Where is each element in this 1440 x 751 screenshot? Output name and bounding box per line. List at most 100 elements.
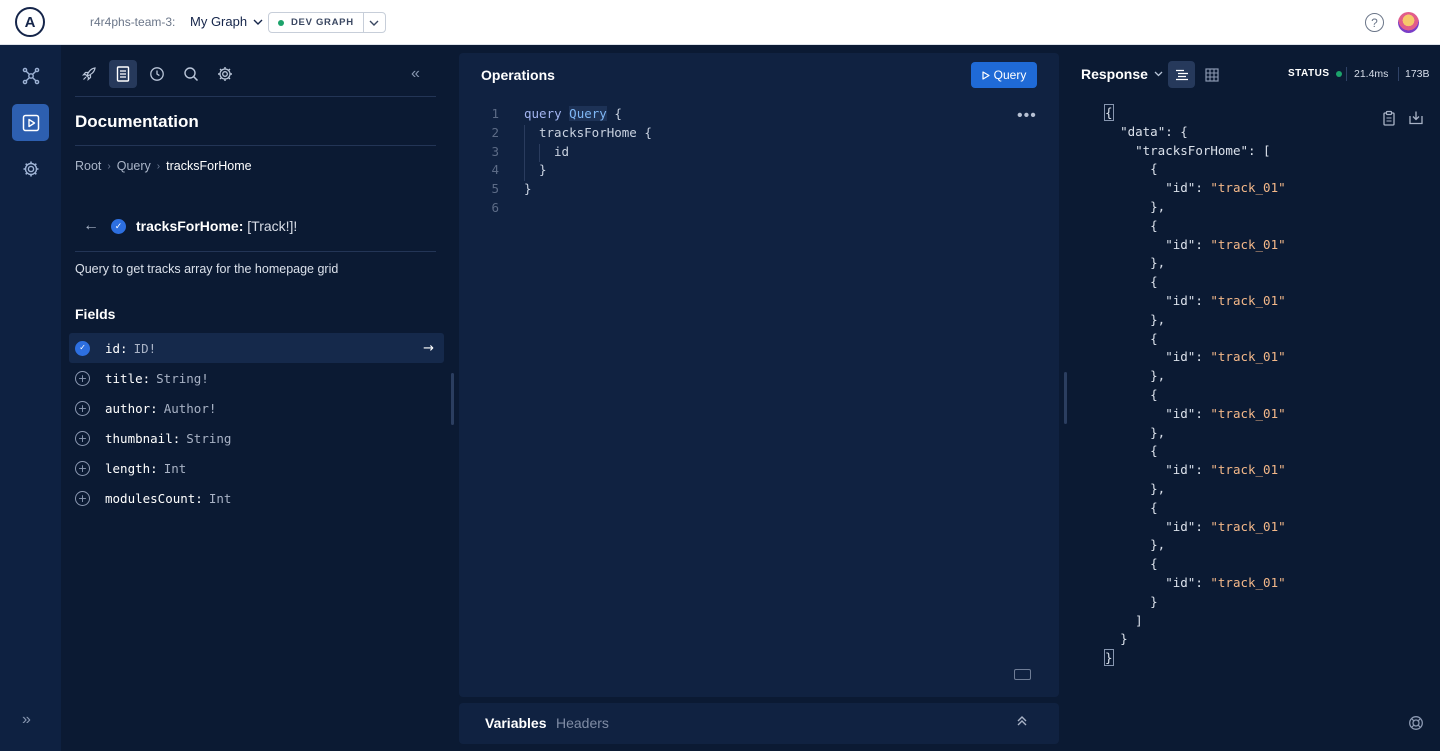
field-row-type[interactable]: String — [186, 431, 231, 446]
variant-badge[interactable]: DEV GRAPH — [269, 13, 364, 32]
json-line: "data": { — [1120, 123, 1188, 139]
checkmark-icon[interactable]: ✓ — [111, 218, 126, 234]
documentation-tool-button[interactable] — [109, 60, 137, 88]
expand-nav-icon[interactable]: » — [22, 711, 31, 729]
chevron-down-icon — [1154, 71, 1163, 77]
nav-schema-button[interactable] — [12, 57, 49, 94]
code-line: 5} — [491, 181, 532, 197]
help-icon[interactable]: ? — [1365, 13, 1384, 32]
json-line: }, — [1150, 255, 1166, 271]
gear-icon — [218, 67, 232, 81]
field-row-type[interactable]: Author! — [164, 401, 217, 416]
indent-guide — [539, 144, 540, 162]
apollo-logo[interactable]: A — [15, 7, 45, 37]
field-row-author[interactable]: + author: Author! — [69, 393, 444, 423]
breadcrumb-query[interactable]: Query — [117, 159, 151, 173]
chevron-down-icon — [253, 19, 263, 25]
fields-list: ✓ id: ID! → + title: String! + author: A… — [69, 333, 444, 513]
code-line: 2 tracksForHome { — [491, 124, 652, 140]
download-icon[interactable] — [1408, 110, 1424, 126]
search-tool-button[interactable] — [177, 60, 205, 88]
field-row-length[interactable]: + length: Int — [69, 453, 444, 483]
graph-selector[interactable]: My Graph — [190, 14, 263, 29]
json-line: }, — [1150, 311, 1166, 327]
status-dot-icon — [1335, 70, 1342, 77]
gear-icon — [23, 161, 38, 176]
field-row-title[interactable]: + title: String! — [69, 363, 444, 393]
keyboard-icon[interactable] — [1014, 669, 1031, 680]
nav-explorer-button[interactable] — [12, 104, 49, 141]
back-arrow-icon[interactable]: ← — [83, 217, 101, 235]
graph-name-label: My Graph — [190, 14, 248, 29]
play-icon — [982, 70, 990, 80]
more-options-icon[interactable]: ••• — [1017, 107, 1037, 125]
run-query-button[interactable]: Query — [971, 62, 1037, 88]
panel-resize-handle[interactable] — [451, 373, 454, 425]
json-id-line: "id": "track_01" — [1165, 405, 1286, 421]
response-selector[interactable]: Response — [1081, 66, 1163, 82]
avatar[interactable] — [1398, 12, 1419, 33]
field-row-type[interactable]: ID! — [134, 341, 157, 356]
response-panel: Response STATUS 21.4ms 173B { "data": { … — [1065, 45, 1440, 751]
table-icon — [1204, 67, 1219, 82]
json-line: }, — [1150, 368, 1166, 384]
plus-circle-icon[interactable]: + — [75, 430, 90, 446]
settings-tool-button[interactable] — [211, 60, 239, 88]
response-size: 173B — [1405, 68, 1430, 80]
explorer-tool-button[interactable] — [75, 60, 103, 88]
clipboard-icon[interactable] — [1381, 110, 1397, 126]
json-line: "tracksForHome": [ — [1135, 142, 1271, 158]
run-query-label: Query — [993, 68, 1027, 82]
plus-circle-icon[interactable]: + — [75, 490, 90, 506]
schema-graph-icon — [22, 67, 39, 84]
operation-editor[interactable]: 1 query Query { 2 tracksForHome { 3 id 4} 5… — [477, 105, 652, 218]
field-header: ← ✓ tracksForHome: [Track!]! — [83, 217, 297, 235]
left-nav-rail: » — [0, 45, 61, 751]
tab-headers[interactable]: Headers — [556, 715, 609, 731]
field-row-type[interactable]: Int — [164, 461, 187, 476]
expand-up-icon[interactable] — [1016, 714, 1028, 730]
breadcrumb-root[interactable]: Root — [75, 159, 101, 173]
field-row-thumbnail[interactable]: + thumbnail: String — [69, 423, 444, 453]
field-row-id[interactable]: ✓ id: ID! → — [69, 333, 444, 363]
json-line: }, — [1150, 537, 1166, 553]
response-json[interactable]: { "data": { "tracksForHome": [ { "id": "… — [1104, 104, 1286, 668]
table-view-button[interactable] — [1198, 61, 1225, 88]
divider — [75, 145, 436, 146]
plus-circle-icon[interactable]: + — [75, 460, 90, 476]
json-line: { — [1150, 443, 1158, 459]
json-id-line: "id": "track_01" — [1165, 349, 1286, 365]
code-line: 6 — [491, 199, 499, 215]
variant-selector[interactable]: DEV GRAPH — [268, 12, 386, 33]
rocket-icon — [81, 67, 96, 82]
variant-dropdown-button[interactable] — [364, 13, 385, 32]
lifebuoy-icon[interactable] — [1408, 715, 1424, 731]
json-line: { — [1150, 330, 1158, 346]
field-row-name: id: — [105, 340, 128, 356]
chevron-right-icon: › — [107, 160, 111, 172]
field-row-type[interactable]: String! — [156, 371, 209, 386]
json-id-line: "id": "track_01" — [1165, 292, 1286, 308]
nav-settings-button[interactable] — [12, 150, 49, 187]
fields-heading: Fields — [75, 306, 116, 322]
arrow-right-icon[interactable]: → — [423, 341, 434, 356]
plus-circle-icon[interactable]: + — [75, 370, 90, 386]
json-open-brace: { — [1104, 104, 1114, 121]
chevron-right-icon: › — [156, 160, 161, 172]
code-line: 3 id — [491, 143, 570, 159]
field-name: tracksForHome: — [136, 218, 244, 234]
checkmark-icon[interactable]: ✓ — [75, 340, 90, 356]
field-row-modulescount[interactable]: + modulesCount: Int — [69, 483, 444, 513]
plus-circle-icon[interactable]: + — [75, 400, 90, 416]
field-type[interactable]: [Track!]! — [247, 218, 297, 234]
json-id-line: "id": "track_01" — [1165, 180, 1286, 196]
tab-variables[interactable]: Variables — [485, 715, 547, 731]
operations-panel: Operations Query ••• 1 query Query { 2 tra… — [459, 53, 1059, 697]
field-row-type[interactable]: Int — [209, 491, 232, 506]
json-view-button[interactable] — [1168, 61, 1195, 88]
indent-guide — [524, 125, 525, 181]
divider — [75, 251, 436, 252]
collapse-panel-icon[interactable]: « — [411, 65, 420, 83]
history-tool-button[interactable] — [143, 60, 171, 88]
field-row-name: length: — [105, 460, 158, 476]
